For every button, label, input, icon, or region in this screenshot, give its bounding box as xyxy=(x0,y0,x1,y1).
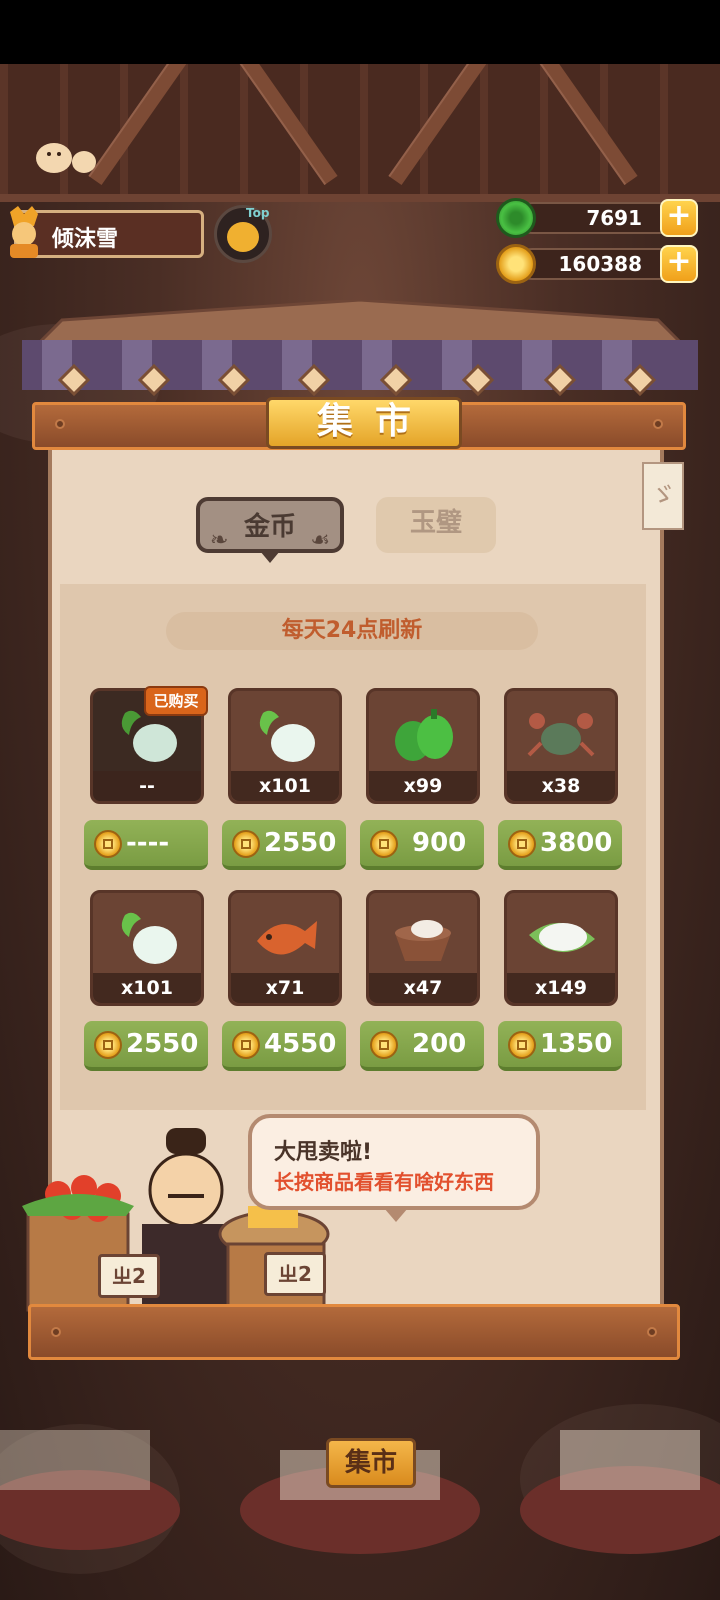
item-slot-rice-leaf[interactable]: x149 xyxy=(504,890,618,1006)
tab-jade[interactable]: 玉璧 xyxy=(376,497,496,553)
price-button[interactable]: 200 xyxy=(360,1021,484,1071)
player-name: 倾沫雪 xyxy=(52,227,119,252)
coin-icon xyxy=(94,830,122,858)
price-button[interactable]: 1350 xyxy=(498,1021,622,1071)
market-title: 集市 xyxy=(266,397,462,449)
chick-face-icon xyxy=(227,222,259,252)
swirl-icon: ❧ xyxy=(210,528,229,553)
jade-value: 7691 xyxy=(586,206,642,230)
coin-icon xyxy=(370,830,398,858)
coin-icon xyxy=(232,830,260,858)
coin-icon xyxy=(496,244,536,284)
price-value: 2550 xyxy=(126,1029,199,1059)
item-slot-crab[interactable]: x38 xyxy=(504,688,618,804)
item-quantity: -- xyxy=(93,771,201,801)
crab-icon xyxy=(527,713,595,757)
price-value: 2550 xyxy=(264,828,337,858)
coin-icon xyxy=(94,1031,122,1059)
item-slot-green-pepper[interactable]: x99 xyxy=(366,688,480,804)
price-value: 200 xyxy=(412,1029,467,1059)
player-avatar-icon[interactable] xyxy=(4,204,44,260)
market-building-sign[interactable]: 集市 xyxy=(326,1438,416,1488)
price-value: ---- xyxy=(126,828,170,858)
nail xyxy=(51,1327,61,1337)
item-quantity: x38 xyxy=(507,771,615,801)
item-slot-fish[interactable]: x71 xyxy=(228,890,342,1006)
stall-sign: ㄓ2 xyxy=(98,1254,160,1298)
green-pepper-icon xyxy=(395,709,453,761)
item-slot-radish[interactable]: x101 xyxy=(228,688,342,804)
item-quantity: x101 xyxy=(93,973,201,1003)
fish-icon xyxy=(257,921,317,955)
add-jade-button[interactable]: + xyxy=(660,199,698,237)
price-value: 900 xyxy=(412,828,467,858)
item-quantity: x101 xyxy=(231,771,339,801)
refresh-notice: 每天24点刷新 xyxy=(166,612,538,650)
coin-icon xyxy=(508,1031,536,1059)
speech-subtitle: 长按商品看看有啥好东西 xyxy=(274,1170,494,1194)
price-value: 4550 xyxy=(264,1029,337,1059)
price-button[interactable]: 3800 xyxy=(498,820,622,870)
price-value: 1350 xyxy=(540,1029,613,1059)
stall-sign: ㄓ2 xyxy=(264,1252,326,1296)
chick-decoration xyxy=(36,143,96,173)
nail xyxy=(653,419,663,429)
item-quantity: x47 xyxy=(369,973,477,1003)
radish-icon xyxy=(121,912,177,964)
status-bar xyxy=(0,0,720,64)
item-quantity: x99 xyxy=(369,771,477,801)
nail xyxy=(647,1327,657,1337)
add-coins-button[interactable]: + xyxy=(660,245,698,283)
bought-badge: 已购买 xyxy=(144,686,208,716)
item-slot-flour-bowl[interactable]: x47 xyxy=(366,890,480,1006)
market-awning xyxy=(22,300,698,397)
speech-title: 大甩卖啦! xyxy=(274,1140,373,1165)
price-button[interactable]: 4550 xyxy=(222,1021,346,1071)
price-button[interactable]: 900 xyxy=(360,820,484,870)
merchant-speech-bubble: 大甩卖啦! 长按商品看看有啥好东西 xyxy=(248,1114,540,1222)
item-quantity: x71 xyxy=(231,973,339,1003)
coin-value: 160388 xyxy=(558,252,643,276)
item-slot-radish[interactable]: x101 xyxy=(90,890,204,1006)
nail xyxy=(55,419,65,429)
roof-beams xyxy=(0,64,720,202)
tab-coins-label: 金币 xyxy=(243,512,296,542)
jade-icon xyxy=(496,198,536,238)
tab-jade-label: 玉璧 xyxy=(409,508,462,538)
swirl-icon: ☙ xyxy=(310,528,330,553)
price-button[interactable]: ---- xyxy=(84,820,208,870)
coin-icon xyxy=(508,830,536,858)
side-tag[interactable]: ゞ xyxy=(642,462,684,530)
board-bottom-plank xyxy=(28,1304,680,1360)
item-quantity: x149 xyxy=(507,973,615,1003)
radish-icon xyxy=(259,710,315,762)
flour-bowl-icon xyxy=(395,920,451,961)
coin-icon xyxy=(232,1031,260,1059)
price-button[interactable]: 2550 xyxy=(222,820,346,870)
top-badge-label: Top xyxy=(246,206,270,220)
tab-coins[interactable]: ❧ 金币 ☙ xyxy=(196,497,344,563)
price-value: 3800 xyxy=(540,828,613,858)
price-button[interactable]: 2550 xyxy=(84,1021,208,1071)
rice-leaf-icon xyxy=(529,922,595,953)
coin-icon xyxy=(370,1031,398,1059)
